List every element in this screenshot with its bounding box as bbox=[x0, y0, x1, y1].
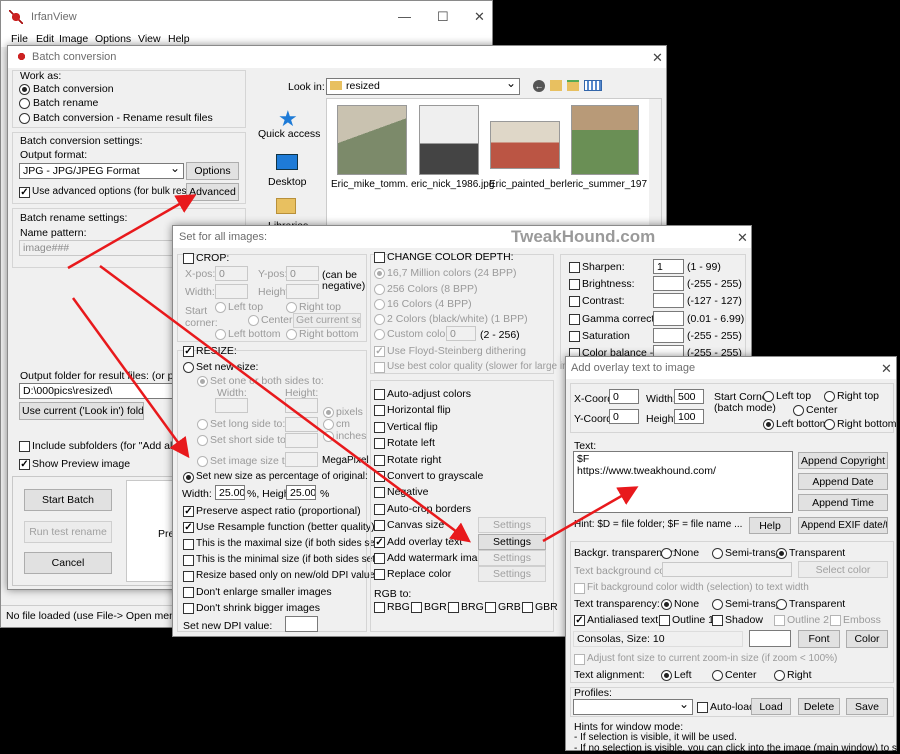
annotation-arrows bbox=[67, 194, 639, 543]
arrow-to-overlay-settings bbox=[99, 264, 472, 543]
arrow-to-advanced-button bbox=[67, 194, 197, 270]
arrow-to-overlay-text bbox=[542, 486, 639, 543]
arrow-to-percent-option bbox=[71, 297, 190, 459]
